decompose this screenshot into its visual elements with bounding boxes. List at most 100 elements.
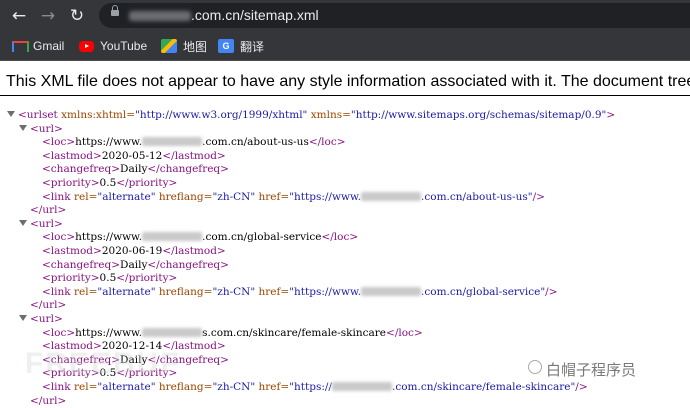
browser-toolbar: ← → ↻ .com.cn/sitemap.xml xyxy=(0,0,690,31)
link-line: <link rel="alternate" hreflang="zh-CN" h… xyxy=(42,191,545,205)
forward-arrow-icon[interactable]: → xyxy=(37,5,59,27)
lastmod-line: <lastmod>2020-06-19</lastmod> xyxy=(42,245,226,259)
changefreq-line: <changefreq>Daily</changefreq> xyxy=(42,163,229,177)
attr-name: rel= xyxy=(70,190,98,203)
tag-text: <loc> xyxy=(42,231,76,244)
attr-name: xmlns:xhtml= xyxy=(57,109,136,121)
loc-line: <loc>https://www. .com.cn/global-service<… xyxy=(42,231,358,245)
tag-text: </loc> xyxy=(386,326,423,339)
attr-name: rel= xyxy=(70,381,98,393)
redacted-domain xyxy=(142,137,203,147)
collapse-triangle-icon[interactable] xyxy=(7,111,15,117)
lock-icon[interactable] xyxy=(111,5,119,16)
attr-value: .com.cn/skincare/female-skincare" xyxy=(391,381,576,393)
redacted-domain xyxy=(129,11,191,21)
watermark-text: 白帽子程序员 xyxy=(546,362,637,379)
attr-value: "zh-CN" xyxy=(212,285,256,298)
attr-value: "https:// xyxy=(289,381,332,393)
attr-name: xmlns= xyxy=(307,109,351,121)
loc-text: .com.cn/about-us-us xyxy=(202,136,309,149)
back-arrow-icon[interactable]: ← xyxy=(8,5,30,27)
tag-text: </url> xyxy=(30,204,67,217)
tag-text: <link xyxy=(42,285,71,298)
attr-value: "alternate" xyxy=(97,190,156,203)
collapse-triangle-icon[interactable] xyxy=(19,219,27,226)
redacted-domain xyxy=(142,232,203,242)
tag-text: /> xyxy=(545,285,558,298)
url-open-line: <url> xyxy=(19,123,63,137)
priority-line: <priority>0.5</priority> xyxy=(42,272,177,286)
faded-background-watermark: FREEBUF xyxy=(25,347,181,380)
attr-name: href= xyxy=(255,190,290,203)
bookmark-maps[interactable]: 地图 xyxy=(161,38,207,54)
attr-name: href= xyxy=(255,285,290,298)
tag-text: </changefreq> xyxy=(147,163,229,176)
attr-value: "http://www.w3.org/1999/xhtml" xyxy=(135,109,308,121)
tag-text: <lastmod> xyxy=(42,245,102,257)
tag-text: /> xyxy=(575,381,588,393)
notice-divider xyxy=(0,95,690,96)
lastmod-value: 2020-06-19 xyxy=(101,245,163,257)
bookmark-label: 地图 xyxy=(183,39,208,54)
loc-text: https://www. xyxy=(75,136,143,149)
attr-value: "alternate" xyxy=(97,381,156,393)
gmail-icon xyxy=(11,39,29,53)
url-close-line: </url> xyxy=(30,299,66,313)
attr-name: hreflang= xyxy=(155,381,213,393)
loc-text: https://www. xyxy=(75,326,143,339)
tag-text: </lastmod> xyxy=(162,149,226,162)
tag-text: <url> xyxy=(30,122,63,135)
bookmark-youtube[interactable]: YouTube xyxy=(79,38,147,54)
loc-line: <loc>https://www. s.com.cn/skincare/femal… xyxy=(42,327,423,341)
loc-text: https://www. xyxy=(75,231,143,244)
tag-text: <link xyxy=(42,190,71,203)
address-bar[interactable]: .com.cn/sitemap.xml xyxy=(99,3,690,28)
bookmark-translate[interactable]: G 翻译 xyxy=(218,38,264,54)
attr-value: "alternate" xyxy=(97,285,156,298)
tag-text: </lastmod> xyxy=(162,245,226,257)
redacted-domain xyxy=(331,382,392,391)
bookmark-label: Gmail xyxy=(33,39,65,53)
attr-name: rel= xyxy=(70,285,98,298)
changefreq-value: Daily xyxy=(120,258,148,271)
tag-text: > xyxy=(606,109,616,121)
tag-text: </changefreq> xyxy=(147,258,229,271)
url-open-line: <url> xyxy=(19,313,63,327)
loc-text: s.com.cn/skincare/female-skincare xyxy=(202,326,387,339)
priority-line: <priority>0.5</priority> xyxy=(42,177,177,191)
attr-name: hreflang= xyxy=(155,190,213,203)
tag-text: </loc> xyxy=(321,231,359,244)
tag-text: <urlset xyxy=(18,109,58,121)
changefreq-line: <changefreq>Daily</changefreq> xyxy=(42,259,229,273)
redacted-domain xyxy=(142,327,203,337)
bookmark-gmail[interactable]: Gmail xyxy=(11,38,64,54)
attr-name: hreflang= xyxy=(155,285,213,298)
url-close-line: </url> xyxy=(30,395,66,408)
changefreq-value: Daily xyxy=(120,163,148,176)
tag-text: <priority> xyxy=(42,272,100,285)
priority-value: 0.5 xyxy=(99,272,117,285)
lastmod-line: <lastmod>2020-05-12</lastmod> xyxy=(42,150,226,164)
priority-value: 0.5 xyxy=(99,177,117,189)
attr-value: "http://www.sitemaps.org/schemas/sitemap… xyxy=(350,109,607,121)
translate-icon: G xyxy=(218,39,234,53)
url-close-line: </url> xyxy=(30,204,66,218)
urlset-line: <urlset xmlns:xhtml="http://www.w3.org/1… xyxy=(7,109,615,123)
attr-value: "https://www. xyxy=(289,190,362,203)
tag-text: <link xyxy=(42,381,71,393)
collapse-triangle-icon[interactable] xyxy=(19,315,27,321)
collapse-triangle-icon[interactable] xyxy=(19,124,27,131)
reload-icon[interactable]: ↻ xyxy=(66,5,88,27)
bookmark-label: YouTube xyxy=(100,39,148,53)
youtube-icon xyxy=(79,40,94,52)
link-line: <link rel="alternate" hreflang="zh-CN" h… xyxy=(42,286,558,300)
link-line: <link rel="alternate" hreflang="zh-CN" h… xyxy=(42,381,588,395)
tag-text: <loc> xyxy=(42,326,76,339)
tag-text: <url> xyxy=(30,217,63,230)
attr-value: .com.cn/about-us-us" xyxy=(421,190,533,203)
attr-value: "zh-CN" xyxy=(212,381,256,393)
wechat-logo-icon xyxy=(528,360,542,374)
tag-text: <url> xyxy=(30,313,63,325)
tag-text: </loc> xyxy=(308,136,346,149)
address-bar-url[interactable]: .com.cn/sitemap.xml xyxy=(191,7,319,24)
